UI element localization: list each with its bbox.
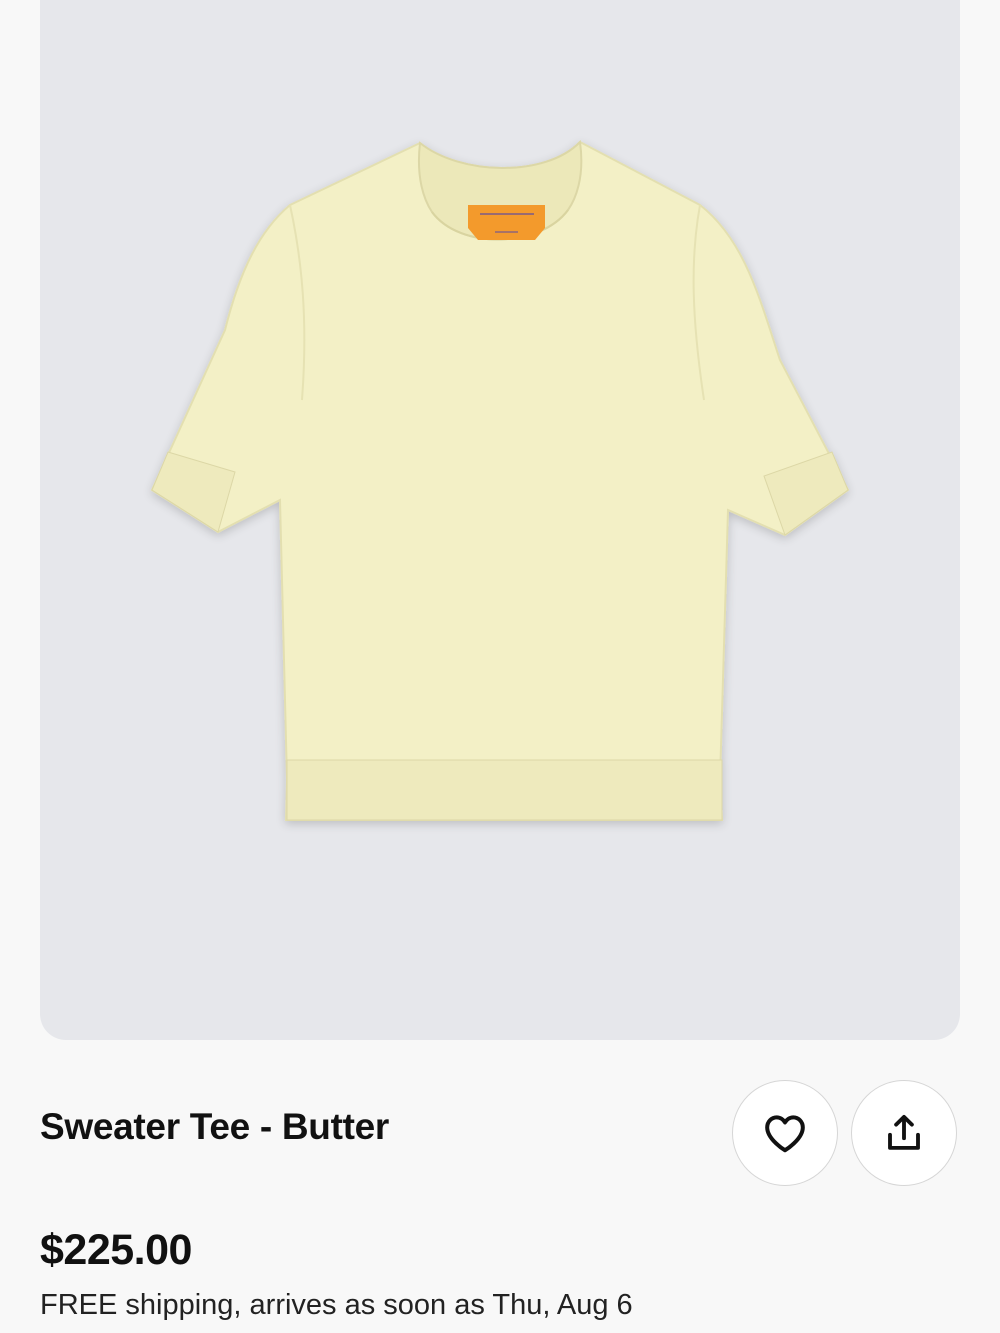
product-price: $225.00 (40, 1226, 192, 1274)
brand-tag (468, 205, 545, 240)
share-button[interactable] (851, 1080, 957, 1186)
product-image-card[interactable] (40, 0, 960, 1040)
product-page: Sweater Tee - Butter $225.00 FREE shippi… (0, 0, 1000, 1333)
share-icon (888, 1114, 920, 1150)
product-title: Sweater Tee - Butter (40, 1106, 390, 1147)
shipping-info: FREE shipping, arrives as soon as Thu, A… (40, 1289, 633, 1321)
heart-icon (765, 1115, 805, 1153)
favorite-button[interactable] (732, 1080, 838, 1186)
title-row: Sweater Tee - Butter (40, 1080, 960, 1190)
product-image (150, 139, 850, 821)
sweater-tee-shape (150, 139, 850, 821)
